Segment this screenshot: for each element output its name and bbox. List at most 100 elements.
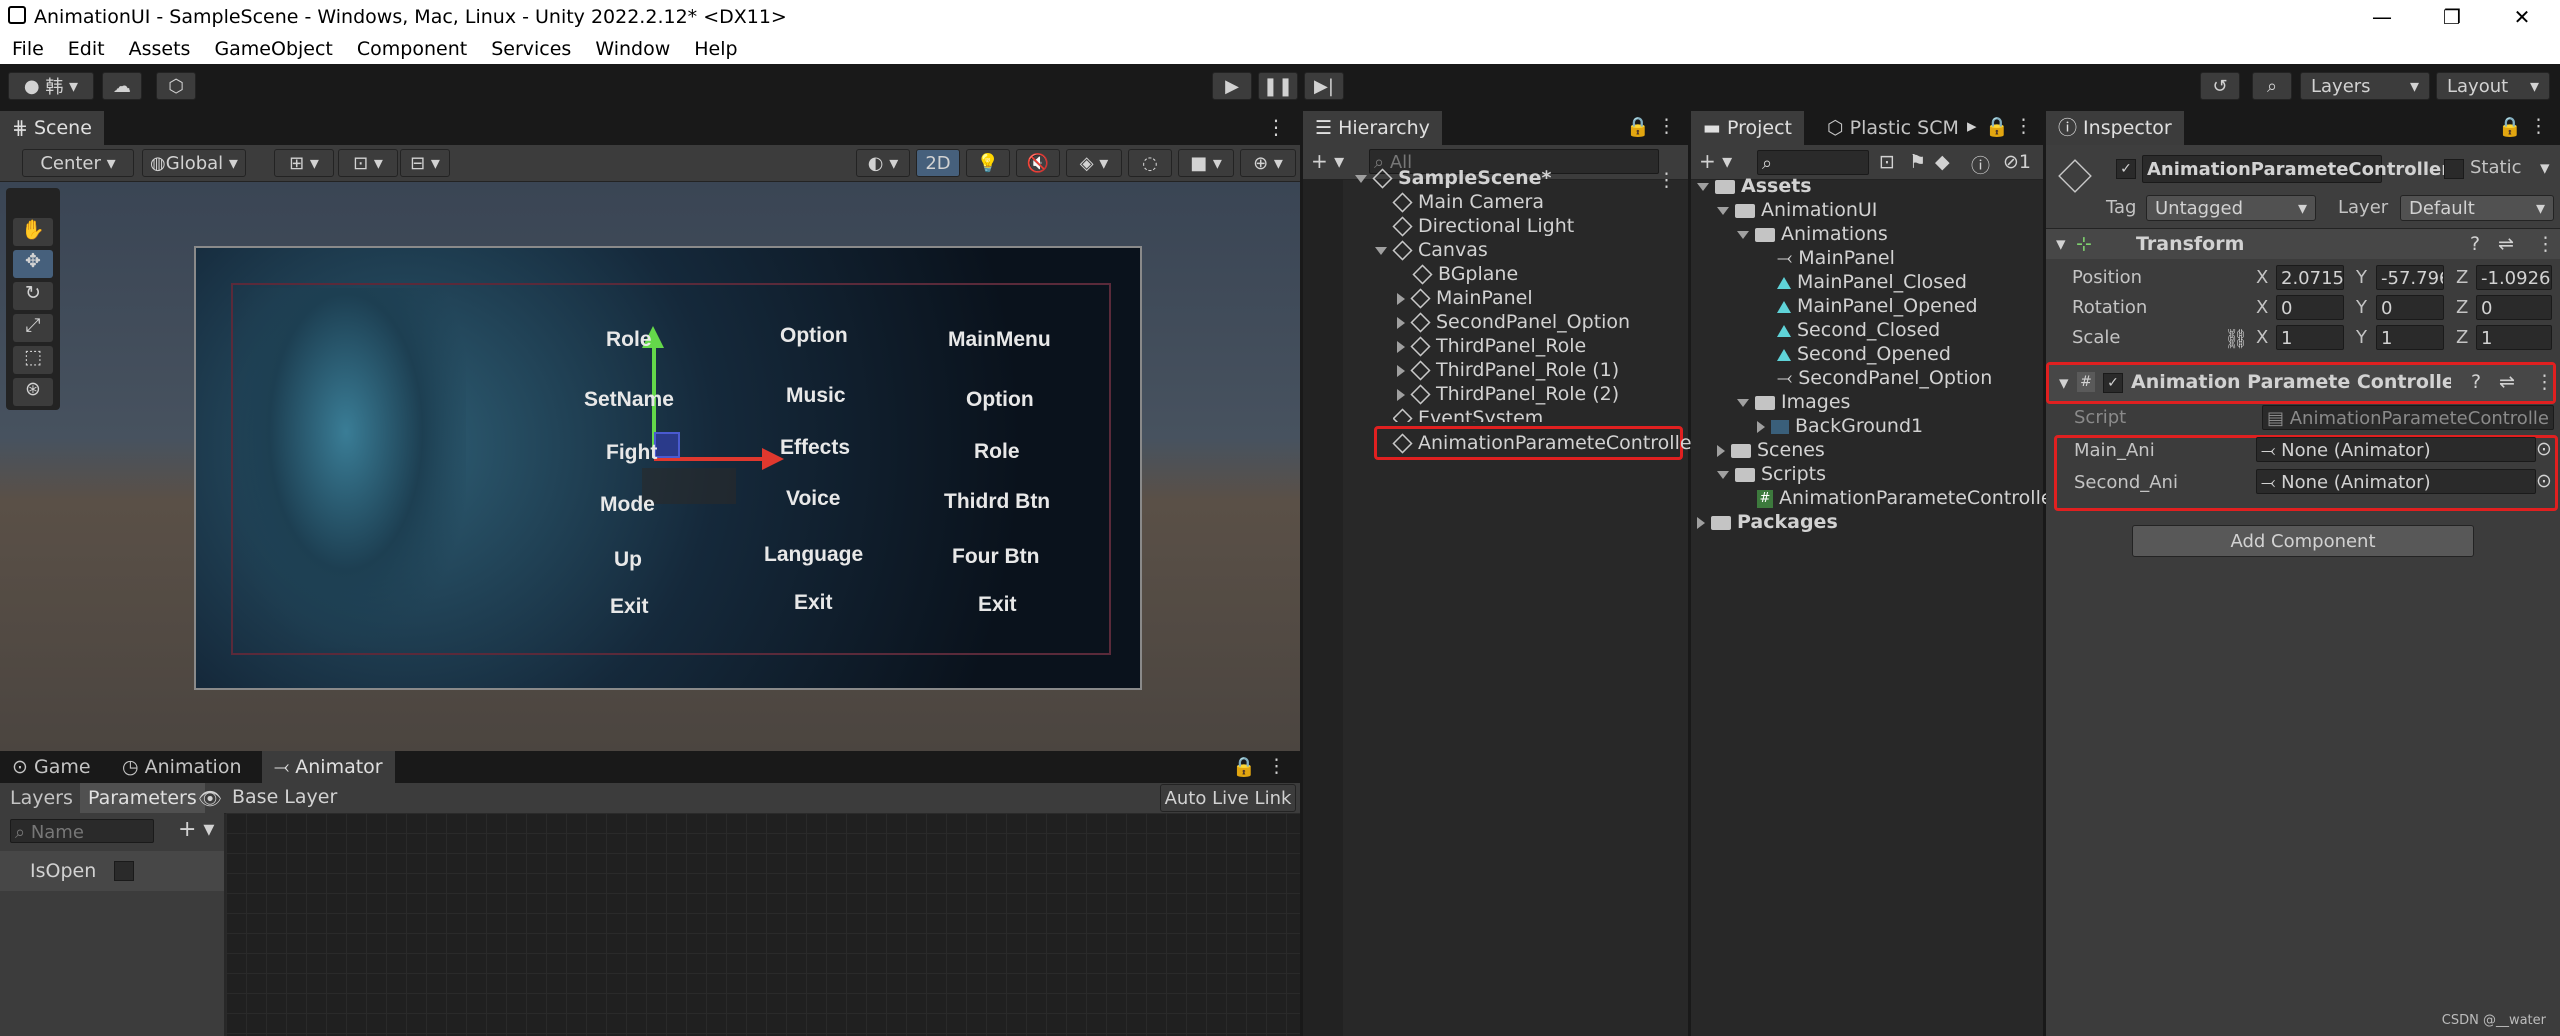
camera-button[interactable]: ■ ▾ xyxy=(1178,149,1234,177)
folder-animations[interactable]: Animations xyxy=(1737,222,1888,246)
filter-label-icon[interactable]: ⚑ xyxy=(1909,151,1926,173)
lock-icon[interactable]: 🔒 xyxy=(1626,115,1650,138)
asset-background1[interactable]: BackGround1 xyxy=(1757,414,1923,438)
chevron-down-icon[interactable]: ▾ xyxy=(2540,157,2550,179)
tab-parameters[interactable]: Parameters xyxy=(80,783,205,813)
tab-animator[interactable]: ⤙ Animator xyxy=(262,751,395,783)
info-icon[interactable]: ⓘ xyxy=(1971,151,1990,178)
transform-header[interactable]: ▾ ⊹ Transform ? ⇌ ⋮ xyxy=(2046,228,2560,259)
lock-icon[interactable]: 🔒 xyxy=(2498,115,2522,138)
hierarchy-item-bgplane[interactable]: BGplane xyxy=(1412,262,1518,286)
2d-toggle[interactable]: 2D xyxy=(916,149,960,177)
hierarchy-item-canvas[interactable]: Canvas xyxy=(1375,238,1488,262)
asset-mainpanel-controller[interactable]: ⤙ MainPanel xyxy=(1777,246,1895,270)
component-header[interactable]: ▾ # ✓ Animation Paramete Controller (Scr… xyxy=(2049,365,2554,401)
rotation-x-field[interactable]: 0 xyxy=(2276,295,2344,320)
animator-graph[interactable] xyxy=(226,813,1300,1036)
tab-layers[interactable]: Layers xyxy=(0,783,83,813)
menu-gameobject[interactable]: GameObject xyxy=(202,34,344,64)
hierarchy-item-mainpanel[interactable]: MainPanel xyxy=(1397,286,1533,310)
rotation-z-field[interactable]: 0 xyxy=(2476,295,2552,320)
more-icon[interactable]: ⋮ xyxy=(1266,115,1286,139)
folder-animationui[interactable]: AnimationUI xyxy=(1717,198,1877,222)
eye-icon[interactable]: 👁 xyxy=(198,787,222,810)
hierarchy-item-eventsystem[interactable]: EventSystem xyxy=(1393,406,1543,422)
transform-tool[interactable]: ⊛ xyxy=(13,378,53,406)
hierarchy-item-thirdpanel-role-1[interactable]: ThirdPanel_Role (1) xyxy=(1397,358,1619,382)
collab-button[interactable]: ⬡ xyxy=(156,72,196,100)
scale-tool[interactable]: ⤢ xyxy=(13,314,53,342)
menu-help[interactable]: Help xyxy=(682,34,749,64)
create-button[interactable]: + ▾ xyxy=(1311,149,1344,173)
folder-scenes[interactable]: Scenes xyxy=(1717,438,1825,462)
presets-icon[interactable]: ⇌ xyxy=(2498,233,2514,255)
account-button[interactable]: ● 韩 ▾ xyxy=(8,72,94,100)
main-ani-field[interactable]: ⤙ None (Animator) xyxy=(2256,437,2536,462)
menu-edit[interactable]: Edit xyxy=(56,34,117,64)
tab-animation[interactable]: ◷ Animation xyxy=(110,751,254,783)
layers-dropdown[interactable]: Layers ▾ xyxy=(2300,72,2430,100)
tag-dropdown[interactable]: Untagged ▾ xyxy=(2146,195,2316,221)
more-icon[interactable]: ⋮ xyxy=(2535,371,2554,393)
rotation-y-field[interactable]: 0 xyxy=(2376,295,2444,320)
link-icon[interactable]: ⛓ xyxy=(2224,327,2248,350)
shading-mode-button[interactable]: ◐ ▾ xyxy=(856,149,910,177)
menu-services[interactable]: Services xyxy=(479,34,583,64)
pivot-dropdown[interactable]: Center ▾ xyxy=(22,149,134,177)
param-checkbox[interactable] xyxy=(114,861,134,881)
param-row[interactable]: IsOpen xyxy=(0,851,224,891)
scene-root[interactable]: SampleScene* xyxy=(1355,166,1551,190)
help-icon[interactable]: ? xyxy=(2470,233,2480,255)
gizmos-button[interactable]: ⊕ ▾ xyxy=(1240,149,1296,177)
scene-viewport[interactable]: ✋ ✥ ↻ ⤢ ⬚ ⊛ Role SetName Fight Mode Up E… xyxy=(0,182,1300,751)
hierarchy-item-directional-light[interactable]: Directional Light xyxy=(1392,214,1574,238)
presets-icon[interactable]: ⇌ xyxy=(2499,371,2515,393)
menu-window[interactable]: Window xyxy=(583,34,682,64)
position-y-field[interactable]: -57.796 xyxy=(2376,265,2444,290)
maximize-button[interactable]: ❐ xyxy=(2422,2,2482,32)
more-icon[interactable]: ⋮ xyxy=(1657,169,1676,191)
more-icon[interactable]: ⋮ xyxy=(2014,115,2033,137)
add-component-button[interactable]: Add Component xyxy=(2132,525,2474,557)
hierarchy-item-thirdpanel-role[interactable]: ThirdPanel_Role xyxy=(1397,334,1586,358)
more-icon[interactable]: ⋮ xyxy=(2536,233,2555,255)
layout-dropdown[interactable]: Layout ▾ xyxy=(2436,72,2550,100)
scale-x-field[interactable]: 1 xyxy=(2276,325,2344,350)
tab-hierarchy[interactable]: ☰ Hierarchy xyxy=(1303,111,1442,145)
folder-packages[interactable]: Packages xyxy=(1697,510,1838,534)
position-z-field[interactable]: -1.0926 xyxy=(2476,265,2552,290)
hierarchy-item-thirdpanel-role-2[interactable]: ThirdPanel_Role (2) xyxy=(1397,382,1619,406)
asset-second-closed[interactable]: Second_Closed xyxy=(1777,318,1940,342)
add-parameter-button[interactable]: + ▾ xyxy=(178,817,214,842)
folder-assets[interactable]: Assets xyxy=(1697,174,1812,198)
static-checkbox[interactable] xyxy=(2444,159,2464,179)
lock-icon[interactable]: 🔒 xyxy=(1985,115,2009,138)
asset-mainpanel-closed[interactable]: MainPanel_Closed xyxy=(1777,270,1967,294)
lighting-toggle[interactable]: 💡 xyxy=(966,149,1010,177)
menu-assets[interactable]: Assets xyxy=(117,34,203,64)
step-button[interactable]: ▶| xyxy=(1304,72,1344,100)
rect-tool[interactable]: ⬚ xyxy=(13,346,53,374)
history-button[interactable]: ↺ xyxy=(2200,72,2240,100)
component-enabled-checkbox[interactable]: ✓ xyxy=(2103,373,2123,393)
tab-scene[interactable]: ⋕ Scene xyxy=(0,111,104,145)
second-ani-field[interactable]: ⤙ None (Animator) xyxy=(2256,469,2536,494)
more-icon[interactable]: ⋮ xyxy=(2529,115,2548,137)
scale-z-field[interactable]: 1 xyxy=(2476,325,2552,350)
filter-type-icon[interactable]: ⊡ xyxy=(1879,151,1895,173)
help-icon[interactable]: ? xyxy=(2471,371,2481,393)
rotate-tool[interactable]: ↻ xyxy=(13,282,53,310)
object-picker-icon[interactable]: ⊙ xyxy=(2536,470,2552,492)
move-tool[interactable]: ✥ xyxy=(13,250,53,278)
menu-component[interactable]: Component xyxy=(345,34,479,64)
param-search-input[interactable]: ⌕ Name xyxy=(10,819,154,843)
hierarchy-item-secondpanel-option[interactable]: SecondPanel_Option xyxy=(1397,310,1630,334)
scale-y-field[interactable]: 1 xyxy=(2376,325,2444,350)
folder-images[interactable]: Images xyxy=(1737,390,1850,414)
tab-overflow-icon[interactable]: ▸ xyxy=(1967,115,1977,137)
position-x-field[interactable]: 2.07159 xyxy=(2276,265,2344,290)
layer-dropdown[interactable]: Default ▾ xyxy=(2400,195,2554,221)
menu-file[interactable]: File xyxy=(0,34,56,64)
hierarchy-item-main-camera[interactable]: Main Camera xyxy=(1392,190,1544,214)
effects-toggle[interactable]: ◈ ▾ xyxy=(1066,149,1122,177)
